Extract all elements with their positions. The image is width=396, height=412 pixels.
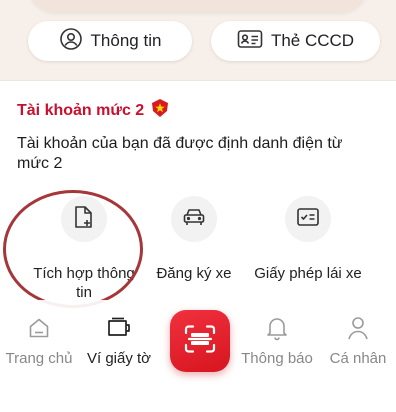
shortcut-icon-circle — [61, 196, 107, 242]
section-divider — [0, 80, 396, 81]
file-add-icon — [73, 205, 95, 234]
shortcut-icon-circle — [285, 196, 331, 242]
shortcut-label: Đăng ký xe — [156, 265, 232, 282]
nav-home-label: Trang chủ — [5, 350, 73, 367]
user-circle-icon — [59, 27, 83, 56]
bottom-navigation: Trang chủ Ví giấy tờ Thông báo Cá nhân — [0, 300, 396, 412]
nav-notifications[interactable]: Thông báo — [236, 314, 318, 368]
nav-profile-label: Cá nhân — [329, 350, 387, 367]
scan-icon — [183, 324, 217, 359]
shortcut-icon-circle — [171, 196, 217, 242]
wallet-icon — [106, 314, 132, 342]
id-card-icon — [237, 28, 263, 55]
banner-card-edge — [28, 0, 368, 12]
nav-profile[interactable]: Cá nhân — [320, 314, 396, 368]
shortcut-label: Giấy phép lái xe — [254, 265, 362, 282]
account-description: Tài khoản của bạn đã được định danh điện… — [17, 135, 343, 172]
account-level-label: Tài khoản mức 2 — [17, 101, 145, 119]
bell-icon — [265, 314, 289, 342]
shortcut-vehicle-registration[interactable]: Đăng ký xe — [134, 192, 254, 302]
home-icon — [27, 314, 51, 342]
nav-notifications-label: Thông báo — [241, 350, 313, 367]
level-star-badge-icon — [150, 98, 170, 123]
shortcut-label: Tích hợp thông tin — [33, 265, 135, 301]
nav-wallet-label: Ví giấy tờ — [86, 350, 152, 367]
id-card-button-label: Thẻ CCCD — [270, 31, 355, 50]
nav-home[interactable]: Trang chủ — [0, 314, 78, 368]
account-level-title: Tài khoản mức 2 — [17, 98, 170, 123]
info-button[interactable]: Thông tin — [28, 21, 192, 61]
car-icon — [182, 207, 206, 232]
license-icon — [296, 207, 320, 232]
scan-qr-button[interactable] — [170, 310, 230, 372]
id-card-button[interactable]: Thẻ CCCD — [211, 21, 380, 61]
shortcut-integrate-info[interactable]: Tích hợp thông tin — [24, 192, 144, 302]
shortcut-driver-license[interactable]: Giấy phép lái xe — [248, 192, 368, 302]
nav-wallet[interactable]: Ví giấy tờ — [78, 314, 160, 368]
user-icon — [346, 314, 370, 342]
info-button-label: Thông tin — [90, 31, 162, 50]
